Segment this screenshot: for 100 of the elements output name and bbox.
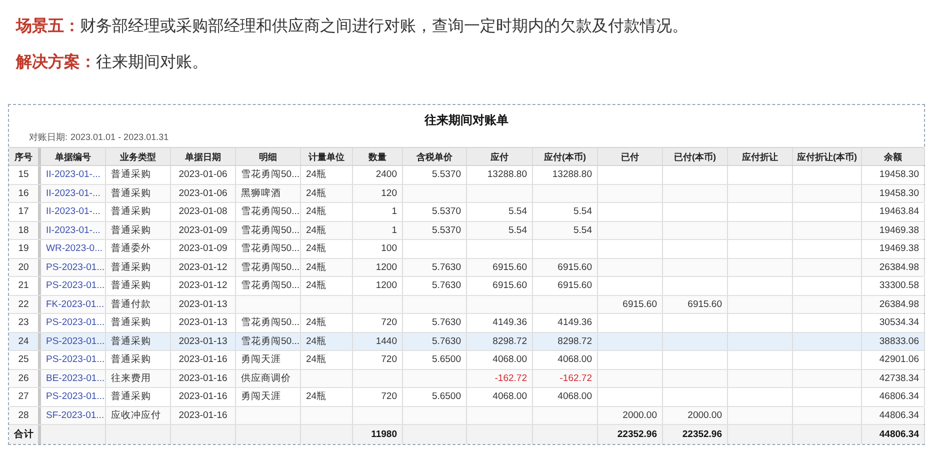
table-cell: 8298.72 bbox=[467, 332, 533, 350]
table-row[interactable]: 24 PS-2023-01... 普通采购 2023-01-13 雪花勇闯50... 24瓶 1440 5.7630 8298.72 8298.72 38833.06 bbox=[9, 332, 924, 351]
document-link[interactable]: PS-2023-01... bbox=[41, 388, 106, 406]
date-label: 对账日期: bbox=[29, 131, 68, 144]
table-row[interactable]: 26 BE-2023-01... 往来费用 2023-01-16 供应商调价 -162.72 -162.72 42738.34 bbox=[9, 370, 924, 388]
table-cell: 24瓶 bbox=[301, 314, 353, 332]
document-link[interactable]: PS-2023-01... bbox=[41, 332, 106, 350]
table-cell: 13288.80 bbox=[533, 166, 598, 184]
table-cell: 5.5370 bbox=[403, 166, 467, 184]
table-row[interactable]: 15 II-2023-01-... 普通采购 2023-01-06 雪花勇闯50... 24瓶 2400 5.5370 13288.80 13288.80 19458.30 bbox=[9, 166, 924, 184]
column-header[interactable]: 数量 bbox=[353, 148, 403, 165]
table-cell: 1440 bbox=[353, 332, 403, 350]
table-cell: 24瓶 bbox=[301, 240, 353, 258]
table-cell: 5.54 bbox=[533, 203, 598, 220]
column-header[interactable]: 余额 bbox=[862, 148, 925, 165]
table-cell: 2023-01-06 bbox=[171, 184, 236, 202]
column-header[interactable]: 已付(本币) bbox=[663, 148, 728, 165]
table-cell: 4149.36 bbox=[467, 314, 533, 332]
table-cell: 6915.60 bbox=[663, 296, 728, 313]
table-cell: 1 bbox=[353, 203, 403, 220]
table-cell: 19458.30 bbox=[862, 184, 925, 202]
total-cell: 22352.96 bbox=[598, 425, 663, 444]
table-cell: 普通采购 bbox=[106, 314, 171, 332]
column-header[interactable]: 已付 bbox=[598, 148, 663, 165]
table-cell: 2023-01-16 bbox=[171, 370, 236, 387]
table-cell: 5.54 bbox=[533, 222, 598, 239]
table-cell: 勇闯天涯 bbox=[236, 351, 301, 368]
document-link[interactable]: WR-2023-0... bbox=[41, 240, 106, 258]
table-cell: 5.7630 bbox=[403, 277, 467, 294]
column-header[interactable]: 单据日期 bbox=[171, 148, 236, 165]
table-cell: 2023-01-12 bbox=[171, 258, 236, 276]
table-cell: 2000.00 bbox=[598, 406, 663, 424]
table-cell: 6915.60 bbox=[598, 296, 663, 313]
table-row[interactable]: 25 PS-2023-01... 普通采购 2023-01-16 勇闯天涯 24瓶 720 5.6500 4068.00 4068.00 42901.06 bbox=[9, 351, 924, 370]
table-cell: 2023-01-09 bbox=[171, 222, 236, 239]
table-cell: 2023-01-06 bbox=[171, 166, 236, 184]
table-cell: 2000.00 bbox=[663, 406, 728, 424]
column-header[interactable]: 明细 bbox=[236, 148, 301, 165]
table-cell: 雪花勇闯50... bbox=[236, 240, 301, 258]
table-cell: 24瓶 bbox=[301, 258, 353, 276]
document-link[interactable]: PS-2023-01... bbox=[41, 351, 106, 368]
table-cell: 19458.30 bbox=[862, 166, 925, 184]
table-cell: 2023-01-09 bbox=[171, 240, 236, 258]
column-header[interactable]: 计量单位 bbox=[301, 148, 353, 165]
document-link[interactable]: PS-2023-01... bbox=[41, 314, 106, 332]
table-cell: 24瓶 bbox=[301, 388, 353, 406]
table-cell: 42738.34 bbox=[862, 370, 925, 387]
table-row[interactable]: 22 FK-2023-01... 普通付款 2023-01-13 6915.60 6915.60 26384.98 bbox=[9, 296, 924, 314]
table-cell: 普通付款 bbox=[106, 296, 171, 313]
table-cell: 应收冲应付 bbox=[106, 406, 171, 424]
table-cell: 雪花勇闯50... bbox=[236, 203, 301, 220]
document-link[interactable]: II-2023-01-... bbox=[41, 166, 106, 184]
column-header[interactable]: 应付折让 bbox=[728, 148, 793, 165]
document-link[interactable]: PS-2023-01... bbox=[41, 258, 106, 276]
table-cell: 2023-01-12 bbox=[171, 277, 236, 294]
document-link[interactable]: FK-2023-01... bbox=[41, 296, 106, 313]
table-row[interactable]: 27 PS-2023-01... 普通采购 2023-01-16 勇闯天涯 24瓶 720 5.6500 4068.00 4068.00 46806.34 bbox=[9, 388, 924, 406]
table-cell: 2023-01-08 bbox=[171, 203, 236, 220]
table-cell: 普通采购 bbox=[106, 388, 171, 406]
table-cell: 100 bbox=[353, 240, 403, 258]
table-cell: 5.6500 bbox=[403, 388, 467, 406]
table-row[interactable]: 16 II-2023-01-... 普通采购 2023-01-06 黑狮啤酒 24瓶 120 19458.30 bbox=[9, 184, 924, 203]
table-cell: 38833.06 bbox=[862, 332, 925, 350]
table-row[interactable]: 28 SF-2023-01... 应收冲应付 2023-01-16 2000.00 2000.00 44806.34 bbox=[9, 406, 924, 425]
total-cell: 11980 bbox=[353, 425, 403, 444]
table-cell: 33300.58 bbox=[862, 277, 925, 294]
total-cell: 44806.34 bbox=[862, 425, 925, 444]
table-cell: 普通采购 bbox=[106, 222, 171, 239]
table-row[interactable]: 21 PS-2023-01... 普通采购 2023-01-12 雪花勇闯50... 24瓶 1200 5.7630 6915.60 6915.60 33300.58 bbox=[9, 277, 924, 296]
table-cell: 19469.38 bbox=[862, 222, 925, 239]
document-link[interactable]: II-2023-01-... bbox=[41, 184, 106, 202]
table-cell: 24瓶 bbox=[301, 351, 353, 368]
table-cell: 5.7630 bbox=[403, 332, 467, 350]
document-link[interactable]: II-2023-01-... bbox=[41, 203, 106, 220]
table-cell: 2023-01-13 bbox=[171, 296, 236, 313]
document-link[interactable]: SF-2023-01... bbox=[41, 406, 106, 424]
column-header[interactable]: 业务类型 bbox=[106, 148, 171, 165]
table-cell: 普通采购 bbox=[106, 277, 171, 294]
table-cell: 2400 bbox=[353, 166, 403, 184]
table-cell: 4068.00 bbox=[467, 351, 533, 368]
column-header[interactable]: 应付折让(本币) bbox=[793, 148, 862, 165]
document-link[interactable]: II-2023-01-... bbox=[41, 222, 106, 239]
table-row[interactable]: 17 II-2023-01-... 普通采购 2023-01-08 雪花勇闯50... 24瓶 1 5.5370 5.54 5.54 19463.84 bbox=[9, 203, 924, 222]
column-header[interactable]: 应付(本币) bbox=[533, 148, 598, 165]
table-cell: 24瓶 bbox=[301, 222, 353, 239]
table-cell: 24瓶 bbox=[301, 166, 353, 184]
column-header[interactable]: 应付 bbox=[467, 148, 533, 165]
document-link[interactable]: BE-2023-01... bbox=[41, 370, 106, 387]
table-row[interactable]: 20 PS-2023-01... 普通采购 2023-01-12 雪花勇闯50... 24瓶 1200 5.7630 6915.60 6915.60 26384.98 bbox=[9, 258, 924, 277]
table-cell: 5.5370 bbox=[403, 222, 467, 239]
column-header[interactable]: 单据编号 bbox=[41, 148, 106, 165]
table-row[interactable]: 23 PS-2023-01... 普通采购 2023-01-13 雪花勇闯50... 24瓶 720 5.7630 4149.36 4149.36 30534.34 bbox=[9, 314, 924, 332]
table-cell: 普通采购 bbox=[106, 258, 171, 276]
table-cell: 1 bbox=[353, 222, 403, 239]
table-row[interactable]: 19 WR-2023-0... 普通委外 2023-01-09 雪花勇闯50... 24瓶 100 19469.38 bbox=[9, 240, 924, 258]
table-cell: 6915.60 bbox=[467, 258, 533, 276]
table-row[interactable]: 18 II-2023-01-... 普通采购 2023-01-09 雪花勇闯50... 24瓶 1 5.5370 5.54 5.54 19469.38 bbox=[9, 222, 924, 240]
document-link[interactable]: PS-2023-01... bbox=[41, 277, 106, 294]
table-cell: 雪花勇闯50... bbox=[236, 222, 301, 239]
column-header[interactable]: 含税单价 bbox=[403, 148, 467, 165]
